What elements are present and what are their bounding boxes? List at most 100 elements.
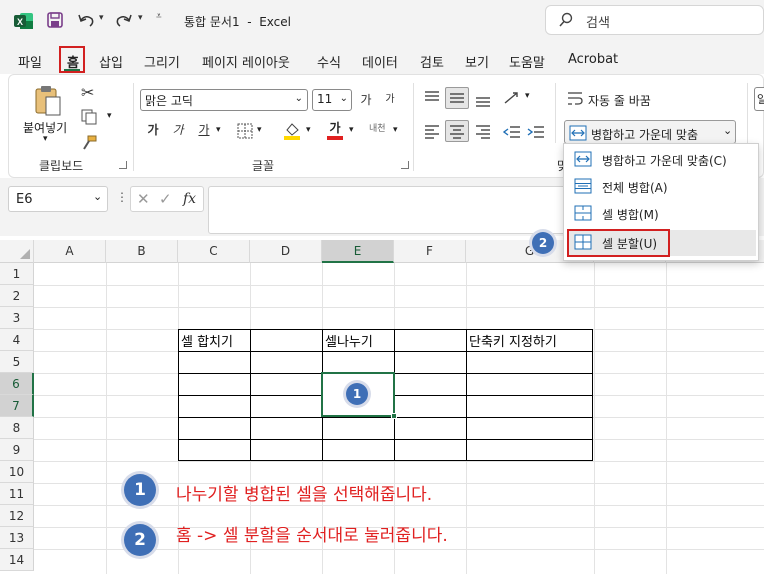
merge-center-label: 병합하고 가운데 맞춤 — [591, 128, 698, 142]
wrap-text-icon[interactable] — [566, 89, 584, 107]
column-header-a[interactable]: A — [34, 240, 106, 263]
row-header-4[interactable]: 4 — [0, 329, 34, 351]
copy-icon[interactable] — [81, 109, 97, 125]
tab-insert[interactable]: 삽입 — [99, 52, 123, 71]
align-center-icon[interactable] — [445, 120, 469, 142]
copy-dropdown-icon[interactable]: ▾ — [107, 111, 112, 121]
shrink-font-button[interactable]: 가 — [379, 89, 401, 111]
underline-button[interactable]: 가 — [193, 119, 215, 141]
orientation-dropdown-icon[interactable]: ▾ — [525, 91, 530, 101]
format-painter-icon[interactable] — [81, 135, 97, 151]
number-format-select-partial[interactable]: 일 — [754, 87, 764, 111]
font-color-button[interactable]: 가 — [325, 119, 345, 141]
font-launcher-icon[interactable] — [401, 161, 409, 169]
row-header-7[interactable]: 7 — [0, 395, 34, 417]
row-header-5[interactable]: 5 — [0, 351, 34, 373]
phonetic-button[interactable]: 내천 — [369, 121, 386, 134]
tab-review[interactable]: 검토 — [420, 52, 444, 71]
document-title: 통합 문서1 - Excel — [184, 15, 291, 29]
merge-across-icon — [574, 178, 592, 194]
column-header-f[interactable]: F — [394, 240, 466, 263]
menu-item-merge-cells[interactable]: 셀 병합(M) — [568, 201, 756, 227]
enter-icon[interactable]: ✓ — [159, 190, 172, 208]
row-header-3[interactable]: 3 — [0, 307, 34, 329]
align-left-icon[interactable] — [423, 123, 441, 141]
border-dropdown-icon[interactable]: ▾ — [257, 125, 262, 135]
align-right-icon[interactable] — [474, 123, 492, 141]
italic-button[interactable]: 가 — [167, 119, 189, 141]
title-bar: X ▾ ▾ ⩡ 통합 문서1 - Excel 검색 — [0, 0, 764, 44]
tab-draw[interactable]: 그리기 — [144, 52, 180, 71]
font-name-select[interactable]: 맑은 고딕 ⌄ — [140, 89, 308, 111]
redo-icon[interactable] — [114, 11, 134, 29]
gridline — [34, 461, 764, 462]
column-header-c[interactable]: C — [178, 240, 250, 263]
row-header-12[interactable]: 12 — [0, 505, 34, 527]
clipboard-launcher-icon[interactable] — [119, 161, 127, 169]
merge-cells-icon — [574, 205, 592, 221]
search-box[interactable]: 검색 — [545, 5, 764, 35]
font-size-value: 11 — [317, 92, 333, 106]
menu-item-merge-center[interactable]: 병합하고 가운데 맞춤(C) — [568, 147, 756, 173]
increase-indent-icon[interactable] — [527, 123, 545, 141]
cut-icon[interactable]: ✂ — [81, 83, 94, 102]
name-box[interactable]: E6 ⌄ — [8, 186, 108, 212]
formula-input[interactable] — [208, 186, 568, 234]
tab-formulas[interactable]: 수식 — [317, 52, 341, 71]
column-header-e[interactable]: E — [322, 240, 394, 263]
cell-g4[interactable]: 단축키 지정하기 — [469, 331, 557, 350]
chevron-down-icon: ⌄ — [93, 190, 103, 203]
border-icon[interactable] — [237, 123, 253, 139]
decrease-indent-icon[interactable] — [502, 123, 521, 141]
tab-acrobat[interactable]: Acrobat — [568, 52, 618, 67]
menu-item-merge-across[interactable]: 전체 병합(A) — [568, 174, 756, 200]
row-header-10[interactable]: 10 — [0, 461, 34, 483]
customize-qat-icon[interactable]: ⩡ — [156, 11, 162, 22]
row-header-14[interactable]: 14 — [0, 549, 34, 571]
select-all-corner[interactable] — [0, 240, 34, 263]
insert-function-icon[interactable]: fx — [183, 191, 196, 207]
wrap-text-button[interactable]: 자동 줄 바꿈 — [588, 92, 651, 109]
undo-icon[interactable] — [76, 11, 96, 29]
cell-e4[interactable]: 셀나누기 — [325, 331, 373, 350]
row-header-1[interactable]: 1 — [0, 263, 34, 285]
svg-text:X: X — [17, 17, 23, 27]
row-header-13[interactable]: 13 — [0, 527, 34, 549]
tab-data[interactable]: 데이터 — [362, 52, 398, 71]
font-color-dropdown-icon[interactable]: ▾ — [349, 125, 354, 135]
tab-page-layout[interactable]: 페이지 레이아웃 — [202, 52, 290, 71]
fill-color-dropdown-icon[interactable]: ▾ — [306, 125, 311, 135]
tab-file[interactable]: 파일 — [18, 52, 42, 71]
phonetic-dropdown-icon[interactable]: ▾ — [393, 125, 398, 135]
save-icon[interactable] — [46, 11, 64, 29]
font-size-select[interactable]: 11 ⌄ — [312, 89, 352, 111]
align-bottom-icon[interactable] — [474, 89, 492, 107]
align-middle-icon[interactable] — [445, 87, 469, 109]
underline-dropdown-icon[interactable]: ▾ — [216, 125, 221, 135]
paste-icon[interactable] — [33, 83, 63, 117]
row-header-2[interactable]: 2 — [0, 285, 34, 307]
row-header-8[interactable]: 8 — [0, 417, 34, 439]
paste-dropdown-icon[interactable]: ▾ — [43, 134, 48, 144]
grow-font-button[interactable]: 가 — [355, 89, 377, 111]
bold-button[interactable]: 가 — [142, 119, 164, 141]
fill-color-icon[interactable] — [283, 121, 301, 141]
column-header-b[interactable]: B — [106, 240, 178, 263]
orientation-icon[interactable] — [503, 89, 521, 107]
redo-dropdown-icon[interactable]: ▾ — [138, 13, 143, 23]
tab-view[interactable]: 보기 — [465, 52, 489, 71]
row-header-6[interactable]: 6 — [0, 373, 34, 395]
cell-c4[interactable]: 셀 합치기 — [181, 331, 233, 350]
more-options-icon[interactable]: ⋮ — [116, 190, 128, 204]
menu-item-label: 셀 병합(M) — [602, 208, 659, 222]
merge-center-button[interactable]: 병합하고 가운데 맞춤 ⌄ — [564, 120, 736, 144]
cancel-icon[interactable]: ✕ — [137, 190, 150, 208]
align-top-icon[interactable] — [423, 89, 441, 107]
tab-help[interactable]: 도움말 — [509, 52, 545, 71]
column-header-d[interactable]: D — [250, 240, 322, 263]
chevron-down-icon: ⌄ — [339, 93, 348, 104]
fill-handle[interactable] — [391, 413, 397, 419]
row-header-11[interactable]: 11 — [0, 483, 34, 505]
row-header-9[interactable]: 9 — [0, 439, 34, 461]
undo-dropdown-icon[interactable]: ▾ — [99, 13, 104, 23]
